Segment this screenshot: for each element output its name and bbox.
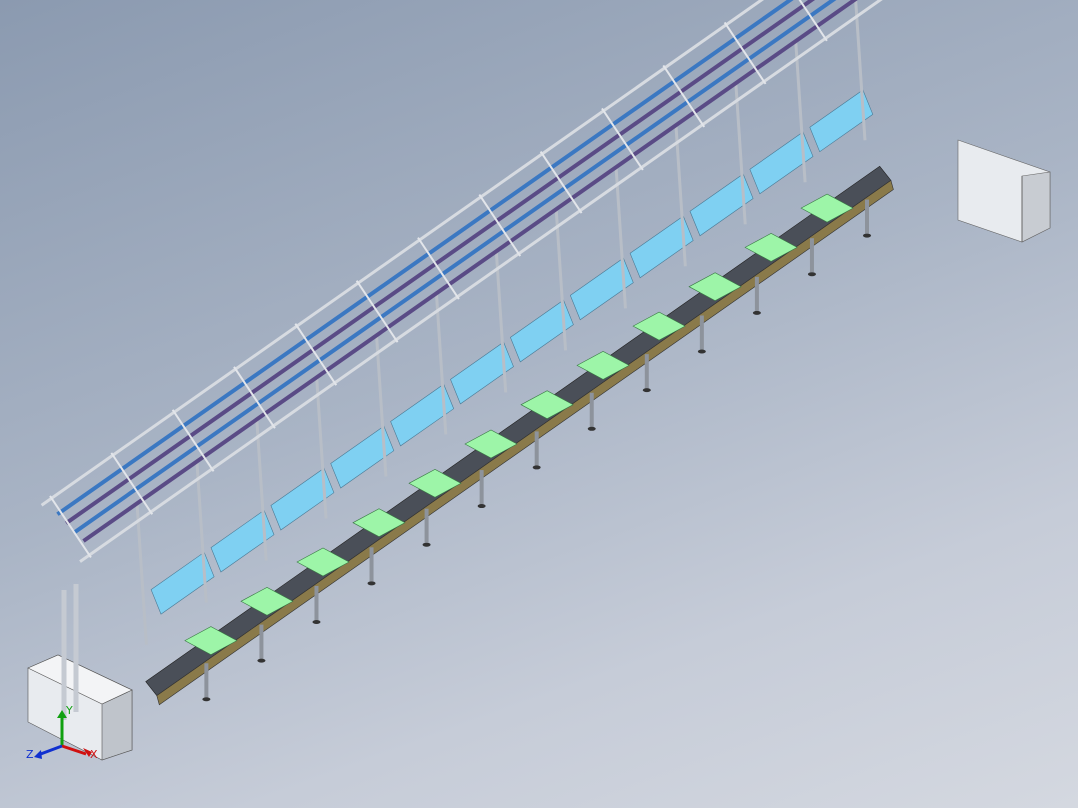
leg-foot [697,349,706,354]
end-cabinet-back-side [1021,171,1051,243]
leg-foot [477,504,486,509]
leg-foot [642,388,651,393]
leg-foot [863,233,872,238]
assembly-line-model[interactable] [0,0,1078,808]
x-axis-label: X [90,748,98,761]
leg-foot [532,465,541,470]
conveyor-side-rail [156,179,894,706]
leg-foot [312,619,321,624]
cad-viewport[interactable]: X Y Z [0,0,1078,808]
triad-axes-icon [34,710,92,759]
leg-foot [752,310,761,315]
leg-foot [257,658,266,663]
leg-foot [807,272,816,277]
leg-foot [367,581,376,586]
z-axis-label: Z [26,748,34,761]
gantry-top-beam-front [79,0,883,563]
leg-foot [202,697,211,702]
leg-foot [422,542,431,547]
coordinate-triad: X Y Z [26,704,106,778]
leg-foot [587,426,596,431]
y-axis-label: Y [66,704,73,717]
gantry-upright [135,504,148,645]
